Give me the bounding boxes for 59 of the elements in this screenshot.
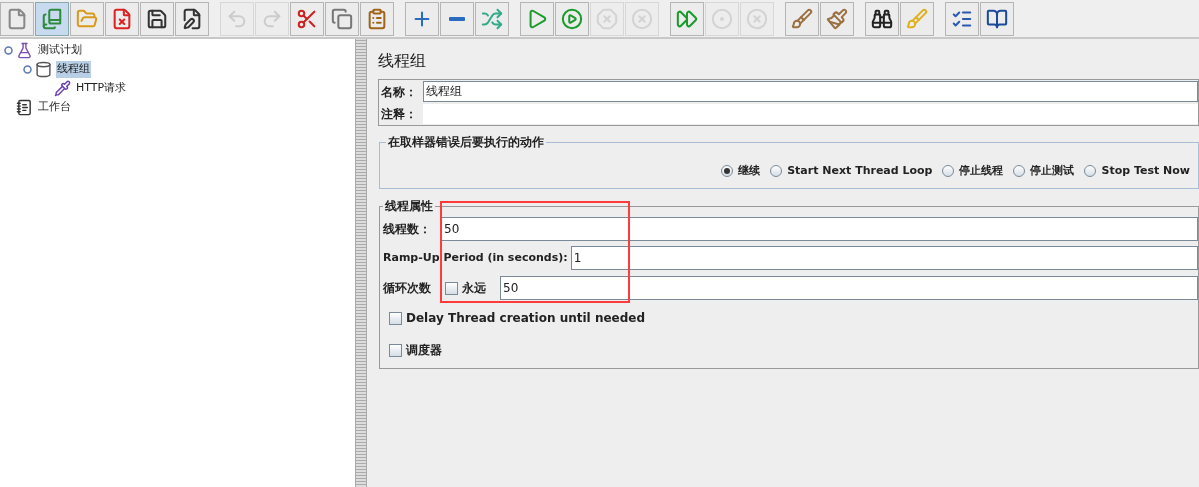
tree-handle-icon[interactable] <box>23 65 32 74</box>
radio-button[interactable] <box>1084 165 1097 178</box>
stop-icon <box>596 7 618 30</box>
play-icon <box>561 7 583 30</box>
folder-icon <box>76 7 98 30</box>
tree-item[interactable]: 线程组 <box>56 61 91 78</box>
field-label: 线程数： <box>383 220 432 238</box>
radio-label: 继续 <box>738 163 761 179</box>
file-icon <box>6 7 28 30</box>
tree-item[interactable]: 测试计划 <box>37 42 83 59</box>
checkbox[interactable] <box>445 281 458 295</box>
checkbox[interactable] <box>389 343 402 357</box>
remote-shutdown-icon <box>746 7 768 30</box>
comment-field[interactable] <box>423 104 1198 124</box>
panel-title: 线程组 <box>378 50 427 72</box>
group-legend: 在取样器错误后要执行的动作 <box>386 133 546 151</box>
clipboard-icon <box>16 99 33 116</box>
binoculars-icon <box>871 7 893 30</box>
toolbar-button[interactable] <box>865 1 899 36</box>
paste-icon <box>366 7 388 30</box>
radio-button[interactable] <box>721 165 734 178</box>
radio-button[interactable] <box>770 165 783 178</box>
toolbar-button[interactable] <box>175 1 209 36</box>
pipette-icon <box>54 80 71 97</box>
help-icon <box>986 7 1008 30</box>
thread-count-field[interactable]: 50 <box>441 216 1198 241</box>
flask-icon <box>16 42 33 59</box>
tree-handle-icon[interactable] <box>4 46 13 55</box>
splitter-handle[interactable] <box>355 39 367 487</box>
save-icon <box>146 7 168 30</box>
radio-label: Start Next Thread Loop <box>787 163 933 179</box>
cut-icon <box>296 7 318 30</box>
tree-item[interactable]: 工作台 <box>37 99 72 116</box>
checkbox[interactable] <box>389 311 402 325</box>
toolbar-button[interactable] <box>140 1 174 36</box>
shutdown-icon <box>631 7 653 30</box>
radio-label: Stop Test Now <box>1101 163 1190 179</box>
checkbox-label: 永远 <box>462 280 487 297</box>
minus-icon <box>449 16 465 21</box>
books-icon <box>41 7 63 30</box>
copy-icon <box>331 7 353 30</box>
radio-button[interactable] <box>1013 165 1026 178</box>
radio-label: 停止测试 <box>1030 163 1075 179</box>
toolbar-button[interactable] <box>980 1 1014 36</box>
field-label: 名称： <box>380 83 418 101</box>
field-label: 循环次数 <box>383 280 432 297</box>
file-x-icon <box>111 7 133 30</box>
loop-count-field[interactable]: 50 <box>500 276 1198 300</box>
field-label: Ramp-Up Period (in seconds): <box>383 249 568 266</box>
field-label: 注释： <box>380 106 418 123</box>
radio-label: 停止线程 <box>959 163 1004 179</box>
checkbox-label: Delay Thread creation until needed <box>406 310 646 327</box>
tree-item[interactable]: HTTP请求 <box>75 80 128 97</box>
checkbox-label: 调度器 <box>406 342 442 359</box>
radio-button[interactable] <box>942 165 955 178</box>
name-field[interactable]: 线程组 <box>423 81 1198 102</box>
remote-stop-icon <box>711 7 733 30</box>
ramp-up-field[interactable]: 1 <box>570 246 1198 270</box>
group-legend: 线程属性 <box>383 197 435 215</box>
